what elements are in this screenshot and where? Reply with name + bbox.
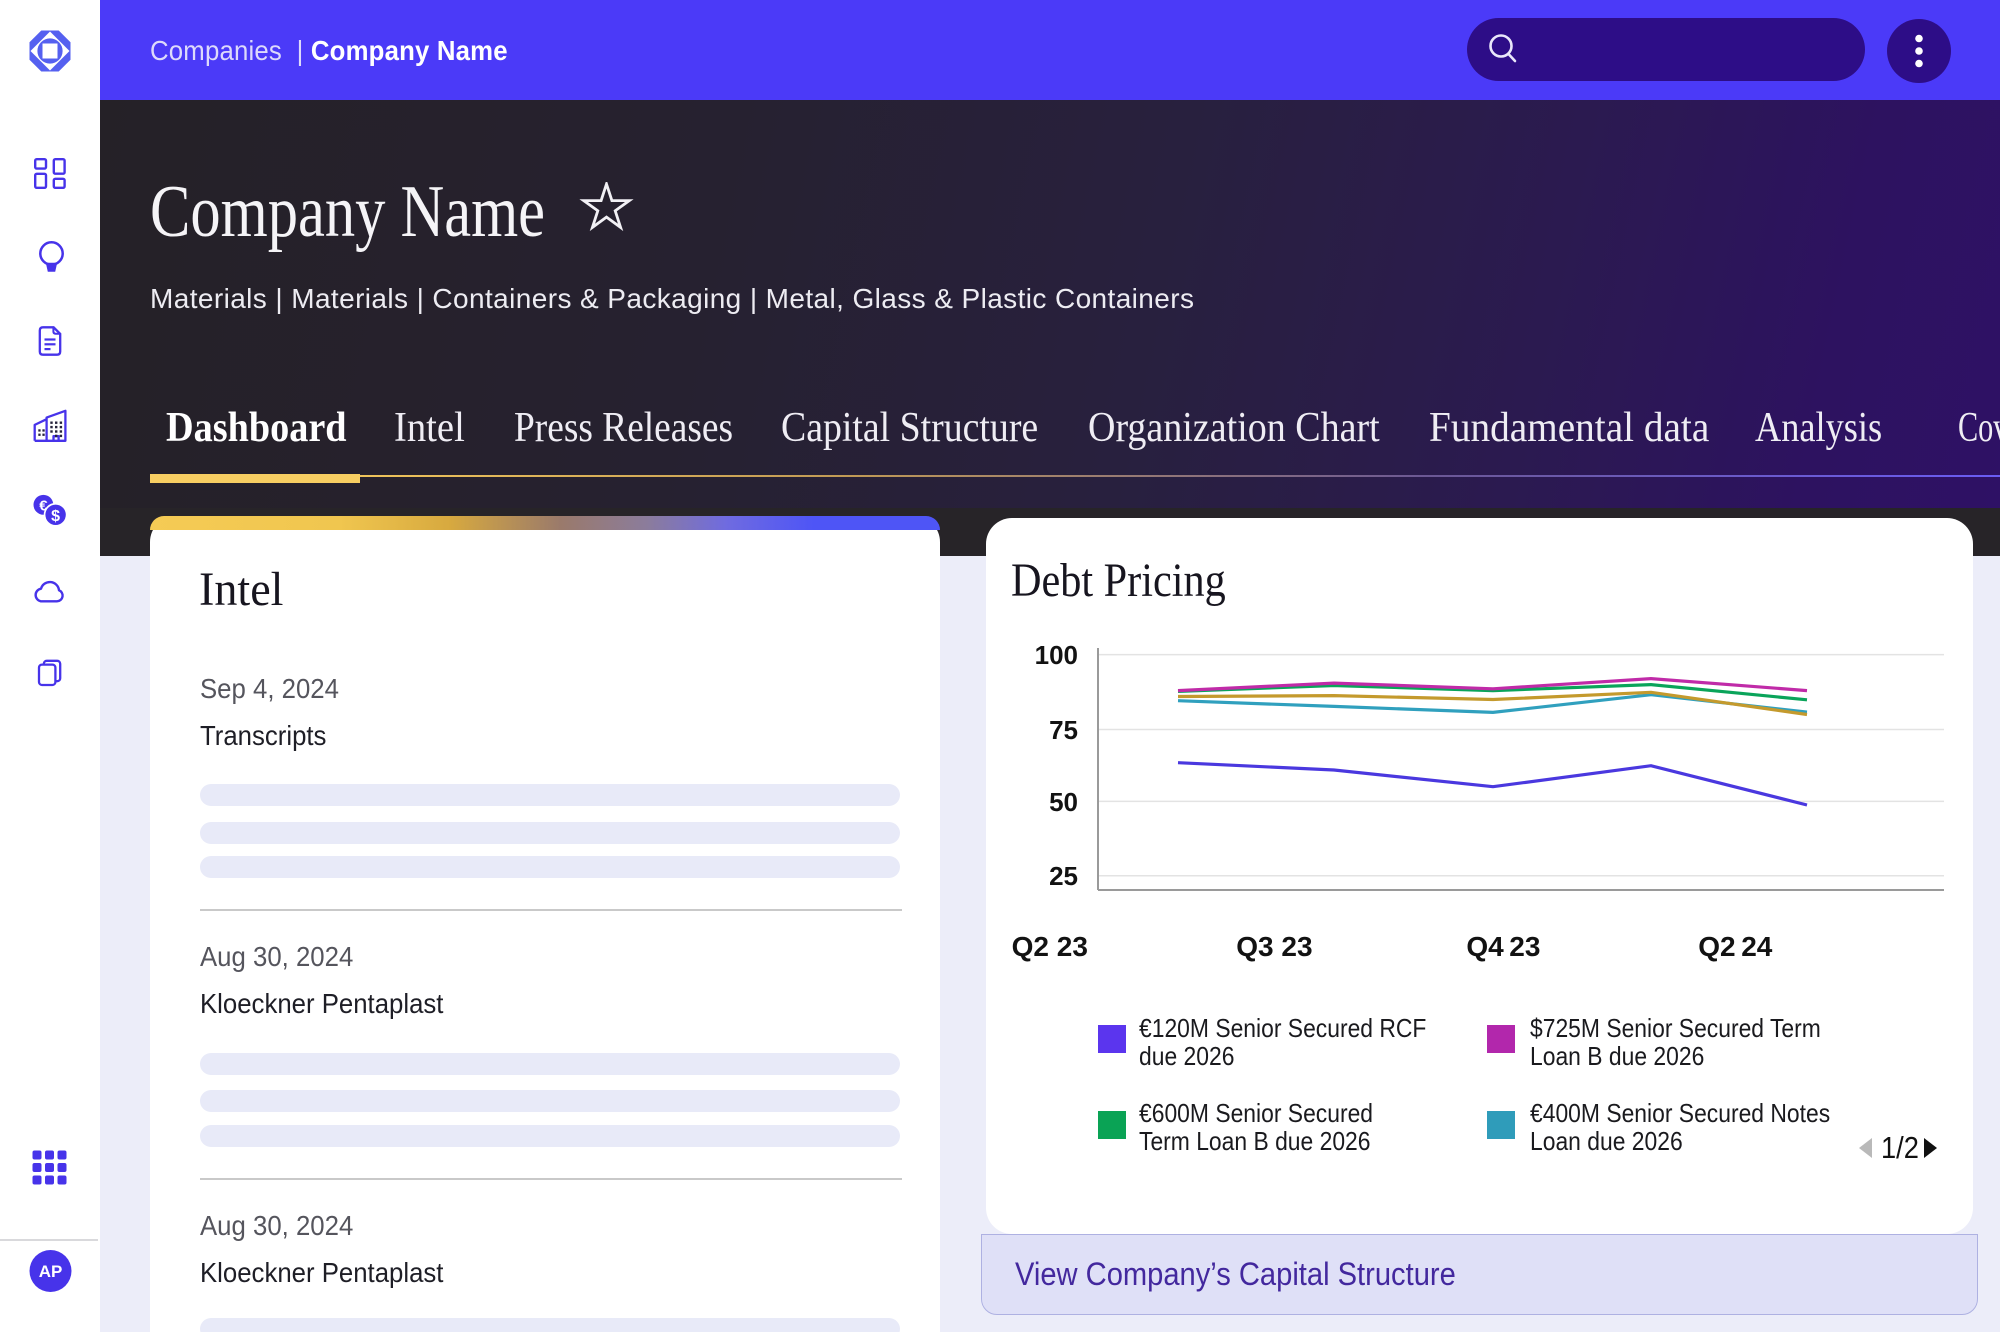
svg-text:100: 100 xyxy=(1035,640,1078,670)
svg-text:50: 50 xyxy=(1049,787,1078,817)
svg-text:25: 25 xyxy=(1049,861,1078,891)
svg-text:$: $ xyxy=(51,508,60,525)
svg-text:Q2 24: Q2 24 xyxy=(1698,931,1773,962)
svg-text:75: 75 xyxy=(1049,715,1078,745)
svg-text:Q3 23: Q3 23 xyxy=(1236,931,1312,962)
svg-text:AP: AP xyxy=(39,1262,63,1281)
svg-text:Q2 23: Q2 23 xyxy=(1012,931,1088,962)
svg-text:Q4 23: Q4 23 xyxy=(1466,931,1540,962)
